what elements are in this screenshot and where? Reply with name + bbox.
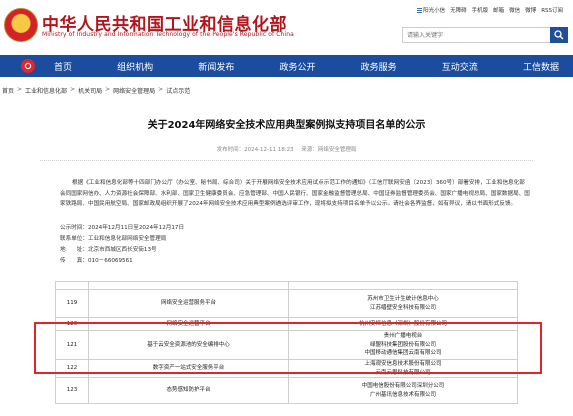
search-box [402,27,568,43]
table-cell-num [56,282,89,289]
article-meta: 发布时间：2024-12-11 18:23 来源：网络安全管理局 [0,145,573,153]
table-cell-org: 杭州安恒信息（深圳）股份有限公司 [358,320,447,327]
article-title: 关于2024年网络安全技术应用典型案例拟支持项目名单的公示 [147,120,426,131]
table-cell-num: 123 [56,378,89,403]
top-links: 阳光小信 无障碍 手机版 邮箱 微信 微博 RSS订阅 [417,6,563,14]
main-nav: 首页 组织机构 新闻发布 政务公开 政务服务 互动交流 工信数据 [0,55,573,77]
home-logo-icon[interactable] [21,59,35,73]
bars-icon [417,8,423,13]
site-header: 中华人民共和国工业和信息化部 Ministry of Industry and … [0,0,573,55]
breadcrumb-departments[interactable]: 机关司局 [78,86,102,95]
fax-value: 010－66069561 [87,258,133,264]
nav-item-organization[interactable]: 组织机构 [107,60,163,73]
nav-item-government-affairs[interactable]: 政务公开 [269,60,325,73]
address-line: 地 址：北京市西城区西长安街13号 [60,245,157,253]
table-row: 120 网络安全运营平台 杭州安恒信息（深圳）股份有限公司 [56,318,517,331]
breadcrumb: 首页 > 工业和信息化部 > 机关司局 > 网络安全管理局 > 试点示范 [2,86,190,95]
breadcrumb-separator: > [105,86,111,93]
publish-date: 发布时间：2024-12-11 18:23 [216,147,294,153]
table-cell-num: 122 [56,360,89,377]
table-cell-name: 态势感知防护平台 [89,378,289,403]
nav-item-interaction[interactable]: 互动交流 [432,60,488,73]
nav-items: 首页 组织机构 新闻发布 政务公开 政务服务 互动交流 工信数据 [44,55,569,77]
article-source: 来源：网络安全管理局 [301,147,357,153]
breadcrumb-separator: > [70,86,76,93]
breadcrumb-separator: > [17,86,23,93]
search-icon [554,30,564,40]
table-cell-name: 网络安全运营服务平台 [89,290,289,317]
table-cell-name [89,282,289,289]
table-row: 121 基于云安全资源池的安全编排中心 贵州广播电视台 绿盟科技集团股份有限公司… [56,331,517,360]
national-emblem-icon[interactable] [4,8,38,42]
table-row: 123 态势感知防护平台 中国电信股份有限公司深圳分公司 广州基讯信息技术有限公… [56,378,517,404]
article-paragraph: 根据《工业和信息化部等十四部门办公厅（办公室、秘书局、综合司）关于开展网络安全技… [60,180,530,208]
publicity-period: 公示时间：2024年12月11日至2024年12月17日 [60,225,185,231]
site-subtitle: Ministry of Industry and Information Tec… [42,31,294,38]
table-cell-num: 119 [56,290,89,317]
table-row [56,282,517,290]
contact-unit: 联系单位：工业和信息化部网络安全管理局 [60,236,167,242]
top-link-rss[interactable]: RSS订阅 [541,6,563,14]
search-button[interactable] [550,27,568,43]
table-cell-org: 苏州市卫生计生统计信息中心 江苏缙壁安全科技有限公司 [367,296,439,311]
table-cell-org [289,282,517,289]
table-cell-num: 121 [56,331,89,359]
table-cell-name: 数字资产一站式安全服务平台 [89,360,289,377]
table-cell-name: 网络安全运营平台 [89,318,289,330]
top-link-mailbox[interactable]: 邮箱 [493,6,504,14]
table-row: 122 数字资产一站式安全服务平台 上海观安信息技术股份有限公司 云南云思科技有… [56,360,517,378]
breadcrumb-home[interactable]: 首页 [2,86,14,95]
breadcrumb-cybersecurity-bureau[interactable]: 网络安全管理局 [113,86,155,95]
nav-item-services[interactable]: 政务服务 [351,60,407,73]
breadcrumb-pilot-demo[interactable]: 试点示范 [166,86,190,95]
divider [40,160,533,161]
top-link-accessibility[interactable]: 无障碍 [450,6,467,14]
table-cell-org: 上海观安信息技术股份有限公司 云南云思科技有限公司 [364,361,442,376]
nav-item-news[interactable]: 新闻发布 [188,60,244,73]
nav-item-data[interactable]: 工信数据 [513,60,569,73]
fax-line: 传 真：010－66069561 [60,256,133,264]
table-cell-name: 基于云安全资源池的安全编排中心 [89,331,289,359]
address-label: 地 址： [60,247,88,253]
fax-label: 传 真： [60,258,88,264]
top-link-wechat[interactable]: 微信 [509,6,520,14]
top-link-weibo[interactable]: 微博 [525,6,536,14]
search-input[interactable] [402,27,550,43]
swirl-icon [24,62,32,70]
top-link-sunshine[interactable]: 阳光小信 [417,6,445,14]
breadcrumb-separator: > [158,86,164,93]
address-value: 北京市西城区西长安街13号 [87,247,157,253]
table-cell-num: 120 [56,318,89,330]
table-row: 119 网络安全运营服务平台 苏州市卫生计生统计信息中心 江苏缙壁安全科技有限公… [56,290,517,318]
top-link-mobile[interactable]: 手机版 [472,6,489,14]
table-cell-org: 贵州广播电视台 绿盟科技集团股份有限公司 中国移动通信集团云南有限公司 [364,333,442,357]
nav-item-home[interactable]: 首页 [44,60,82,73]
breadcrumb-ministry[interactable]: 工业和信息化部 [25,86,67,95]
project-table: 119 网络安全运营服务平台 苏州市卫生计生统计信息中心 江苏缙壁安全科技有限公… [55,281,518,404]
table-cell-org: 中国电信股份有限公司深圳分公司 广州基讯信息技术有限公司 [361,383,445,398]
